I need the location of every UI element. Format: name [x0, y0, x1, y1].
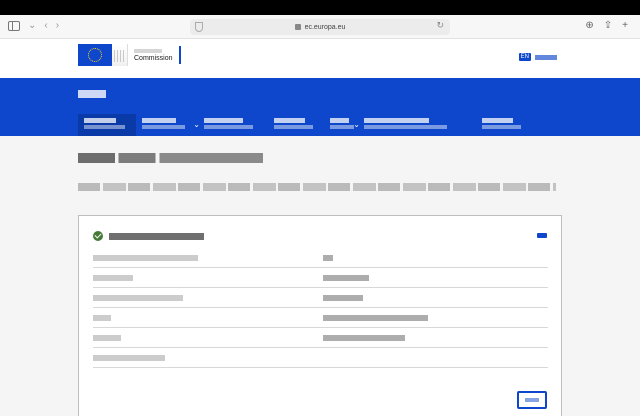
- nav-item[interactable]: [268, 114, 324, 136]
- site-banner: ⌄ ⌄: [0, 78, 640, 136]
- row-value: [323, 294, 548, 301]
- table-row: [93, 268, 548, 288]
- row-value: [323, 254, 548, 261]
- row-key: [93, 334, 323, 341]
- nav-item-sublabel: [274, 125, 313, 129]
- browser-left-controls: ⌄ ‹ ›: [8, 20, 59, 32]
- back-icon[interactable]: ‹: [44, 20, 47, 32]
- row-key: [93, 294, 323, 301]
- page-title: [78, 153, 263, 163]
- nav-item-label: [274, 118, 305, 123]
- site-title: [78, 90, 106, 98]
- nav-item-label: [330, 118, 349, 123]
- nav-item[interactable]: ⌄: [324, 114, 360, 136]
- forward-icon[interactable]: ›: [56, 20, 59, 32]
- nav-item[interactable]: [476, 114, 532, 136]
- address-bar[interactable]: ec.europa.eu ↻: [190, 19, 450, 35]
- language-label: [535, 54, 557, 60]
- logo-text: Commission: [134, 48, 173, 62]
- language-code: EN: [518, 53, 531, 61]
- nav-item-label: [364, 118, 429, 123]
- sidebar-toggle-icon[interactable]: [8, 21, 20, 31]
- language-selector[interactable]: EN: [518, 53, 557, 61]
- nav-item-sublabel: [204, 125, 253, 129]
- download-icon[interactable]: ⊕: [585, 20, 593, 32]
- logo-name: Commission: [134, 54, 173, 62]
- browser-right-controls: ⊕ ⇪ +: [585, 20, 628, 32]
- nav-item[interactable]: [198, 114, 268, 136]
- row-key: [93, 254, 323, 261]
- nav-item-label: [482, 118, 513, 123]
- nav-item[interactable]: [358, 114, 476, 136]
- check-circle-icon: [93, 231, 103, 241]
- commission-logo[interactable]: Commission: [78, 44, 181, 66]
- nav-item-sublabel: [330, 125, 354, 129]
- nav-item-label: [204, 118, 243, 123]
- row-key: [93, 274, 323, 281]
- logo-divider: [178, 46, 181, 64]
- eu-flag-icon: [78, 44, 112, 66]
- nav-item-sublabel: [84, 125, 125, 129]
- nav-item-label: [142, 118, 176, 123]
- row-key: [93, 314, 323, 321]
- nav-item-sublabel: [142, 125, 185, 129]
- table-row: [93, 248, 548, 268]
- result-table: [93, 248, 548, 368]
- card-action-button[interactable]: [517, 391, 547, 409]
- result-card: [78, 215, 562, 416]
- table-row: [93, 308, 548, 328]
- nav-item-sublabel: [364, 125, 447, 129]
- nav-item[interactable]: [78, 114, 136, 136]
- browser-window: ⌄ ‹ › ec.europa.eu ↻ ⊕ ⇪ + Commission EN…: [0, 15, 640, 416]
- reload-icon[interactable]: ↻: [436, 20, 444, 31]
- main-navigation: ⌄ ⌄: [78, 114, 532, 136]
- nav-item-sublabel: [482, 125, 521, 129]
- table-row: [93, 328, 548, 348]
- chevron-down-icon[interactable]: ⌄: [28, 20, 36, 32]
- browser-toolbar: ⌄ ‹ › ec.europa.eu ↻ ⊕ ⇪ +: [0, 15, 640, 39]
- lock-icon: [294, 24, 301, 30]
- table-row: [93, 288, 548, 308]
- logo-text-blurred: [134, 48, 162, 53]
- result-header: [93, 231, 204, 241]
- row-value: [323, 334, 548, 341]
- table-row: [93, 348, 548, 368]
- main-content: [0, 136, 640, 416]
- row-key: [93, 354, 323, 361]
- privacy-shield-icon[interactable]: [195, 22, 203, 32]
- row-value: [323, 314, 548, 321]
- print-icon[interactable]: [537, 231, 547, 242]
- site-header: Commission EN: [0, 39, 640, 78]
- berlaymont-icon: [112, 44, 128, 66]
- address-url: ec.europa.eu: [304, 23, 346, 31]
- intro-text: [78, 183, 556, 191]
- share-icon[interactable]: ⇪: [604, 20, 612, 32]
- status-text: [109, 232, 204, 240]
- row-value: [323, 274, 548, 281]
- card-action-label: [525, 398, 539, 402]
- nav-item-label: [84, 118, 116, 123]
- new-tab-icon[interactable]: +: [622, 20, 628, 32]
- nav-item[interactable]: ⌄: [136, 114, 200, 136]
